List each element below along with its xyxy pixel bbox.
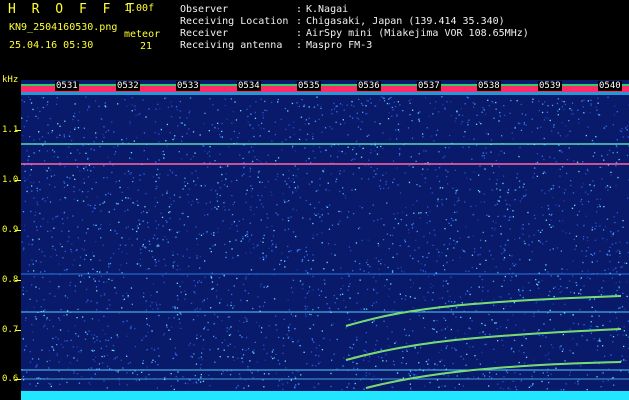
timestamp: 25.04.16 05:30 (9, 40, 94, 51)
header-panel: H R O F F T 1.00f KN9_2504160530.png met… (0, 0, 629, 74)
file-name: KN9_2504160530.png (9, 22, 118, 33)
info-value: AirSpy mini (Miakejima VOR 108.65MHz) (306, 28, 529, 39)
meteor-label: meteor (124, 29, 161, 40)
spectrogram-plot (21, 80, 629, 400)
time-label: 0534 (237, 81, 261, 91)
time-label: 0536 (357, 81, 381, 91)
time-label: 0532 (116, 81, 140, 91)
info-label: Observer (180, 4, 229, 15)
hot-band-edge (21, 92, 629, 95)
time-label: 0539 (538, 81, 562, 91)
meteor-count: 21 (140, 41, 153, 52)
app-brand: H R O F F T (8, 2, 139, 17)
info-label: Receiving antenna (180, 40, 283, 51)
time-label: 0538 (477, 81, 501, 91)
info-label: Receiving Location (180, 16, 289, 27)
info-label: Receiver (180, 28, 229, 39)
spectrogram-window: H R O F F T 1.00f KN9_2504160530.png met… (0, 0, 629, 400)
time-label: 0531 (55, 81, 79, 91)
time-label: 0535 (297, 81, 321, 91)
time-label: 0533 (176, 81, 200, 91)
info-value: K.Nagai (306, 4, 349, 15)
time-label: 0540 (598, 81, 622, 91)
y-axis-unit: kHz (2, 75, 19, 85)
info-sep: : (296, 16, 303, 27)
bottom-band (21, 391, 629, 400)
info-value: Chigasaki, Japan (139.414 35.340) (306, 16, 505, 27)
time-label: 0537 (417, 81, 441, 91)
info-sep: : (296, 40, 303, 51)
info-value: Maspro FM-3 (306, 40, 373, 51)
info-sep: : (296, 28, 303, 39)
info-sep: : (296, 4, 303, 15)
app-version: 1.00f (124, 3, 155, 14)
